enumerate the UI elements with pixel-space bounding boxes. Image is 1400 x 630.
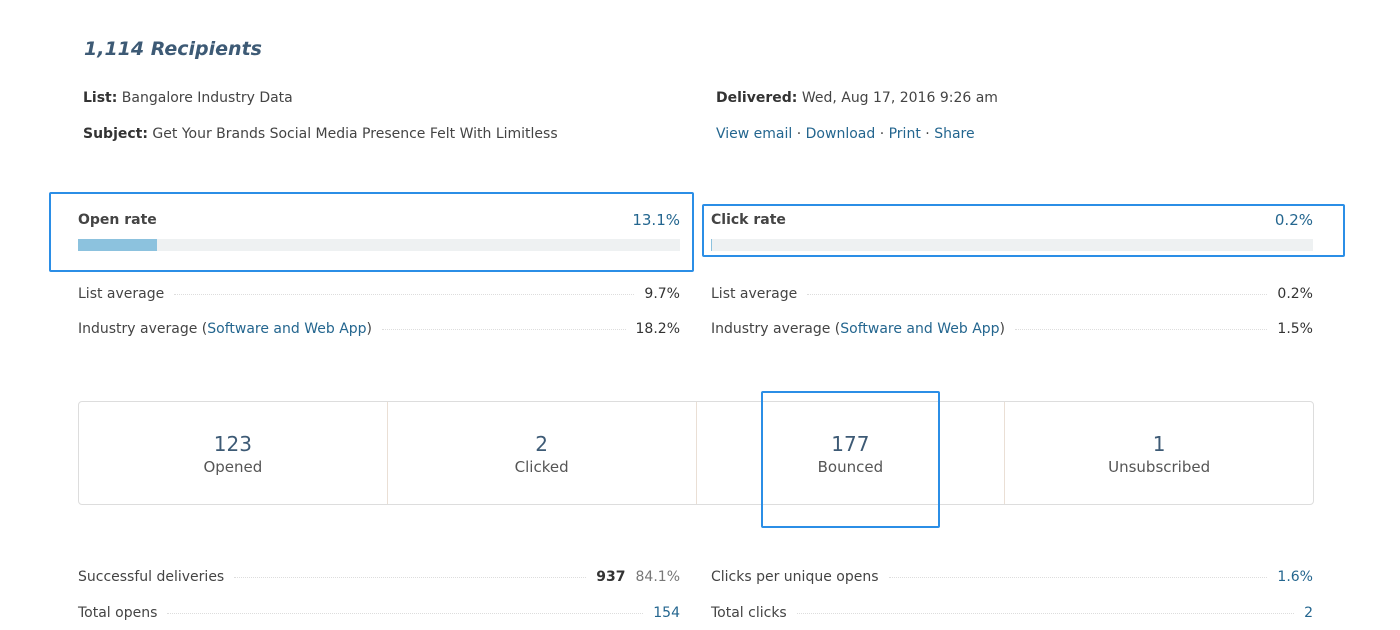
list-label: List: [83,90,118,106]
dots [234,577,587,578]
label-text: ) [366,321,373,337]
value: 9.7% [644,286,680,302]
dots [167,613,644,614]
label: Successful deliveries [78,569,225,585]
subject-label: Subject: [83,126,148,142]
stat-clicked[interactable]: 2 Clicked [388,402,697,504]
open-rate-highlight [49,192,694,272]
stat-number: 123 [213,432,252,456]
open-rate-value: 13.1% [632,211,680,229]
share-link[interactable]: Share [934,126,974,142]
click-rate-value: 0.2% [1274,211,1313,229]
open-rate-bar [78,239,680,251]
open-rate-bar-fill [78,239,157,251]
open-industry-average: Industry average (Software and Web App) 1… [78,321,680,337]
dots [382,329,626,330]
label-text: ) [999,321,1006,337]
label: Total clicks [711,605,787,621]
industry-link[interactable]: Software and Web App [207,321,366,337]
percent: 84.1% [635,569,680,585]
value: 18.2% [635,321,680,337]
stat-number: 1 [1152,432,1166,456]
label: Industry average (Software and Web App) [711,321,1005,337]
total-clicks-row: Total clicks 2 [711,605,1313,621]
list-value: Bangalore Industry Data [121,90,293,106]
separator: · [875,126,889,142]
click-rate-label: Click rate [711,212,786,228]
value-link[interactable]: 154 [653,605,680,621]
delivered-label: Delivered: [716,90,798,106]
separator: · [920,126,935,142]
print-link[interactable]: Print [889,126,921,142]
download-link[interactable]: Download [806,126,876,142]
value: 937 [596,569,626,585]
label-text: Industry average ( [711,321,841,337]
stat-number: 2 [535,432,548,456]
click-list-average: List average 0.2% [711,286,1313,302]
dots [807,294,1268,295]
dots [796,613,1295,614]
stat-opened[interactable]: 123 Opened [79,402,388,504]
separator: · [792,126,806,142]
successful-deliveries-row: Successful deliveries 937 84.1% [78,569,680,585]
label: List average [78,286,165,302]
stats-panel: 123 Opened 2 Clicked 177 Bounced 1 Unsubscri… [78,401,1314,505]
list-info: List: Bangalore Industry Data [83,90,293,106]
email-actions: View email · Download · Print · Share [716,126,975,142]
subject-value: Get Your Brands Social Media Presence Fe… [152,126,558,142]
stat-label: Opened [203,458,263,476]
label: List average [711,286,798,302]
open-list-average: List average 9.7% [78,286,680,302]
dots [174,294,635,295]
open-rate-label: Open rate [78,212,157,228]
recipients-title: 1,114 Recipients [84,38,262,60]
stat-unsubscribed[interactable]: 1 Unsubscribed [1005,402,1313,504]
view-email-link[interactable]: View email [716,126,792,142]
label: Clicks per unique opens [711,569,879,585]
clicks-per-unique-opens-row: Clicks per unique opens 1.6% [711,569,1313,585]
delivered-info: Delivered: Wed, Aug 17, 2016 9:26 am [716,90,998,106]
dots [888,577,1268,578]
bounced-highlight [761,391,940,528]
industry-link[interactable]: Software and Web App [840,321,999,337]
value-link[interactable]: 2 [1304,605,1313,621]
label-text: Industry average ( [78,321,208,337]
dots [1015,329,1268,330]
value: 0.2% [1277,286,1313,302]
click-industry-average: Industry average (Software and Web App) 1… [711,321,1313,337]
label: Industry average (Software and Web App) [78,321,372,337]
label: Total opens [78,605,158,621]
total-opens-row: Total opens 154 [78,605,680,621]
value: 1.6% [1277,569,1313,585]
click-rate-bar-fill [711,239,713,251]
subject-info: Subject: Get Your Brands Social Media Pr… [83,126,558,142]
stat-label: Unsubscribed [1108,458,1211,476]
click-rate-bar [711,239,1313,251]
stat-label: Clicked [514,458,569,476]
delivered-value: Wed, Aug 17, 2016 9:26 am [801,90,998,106]
value: 1.5% [1277,321,1313,337]
